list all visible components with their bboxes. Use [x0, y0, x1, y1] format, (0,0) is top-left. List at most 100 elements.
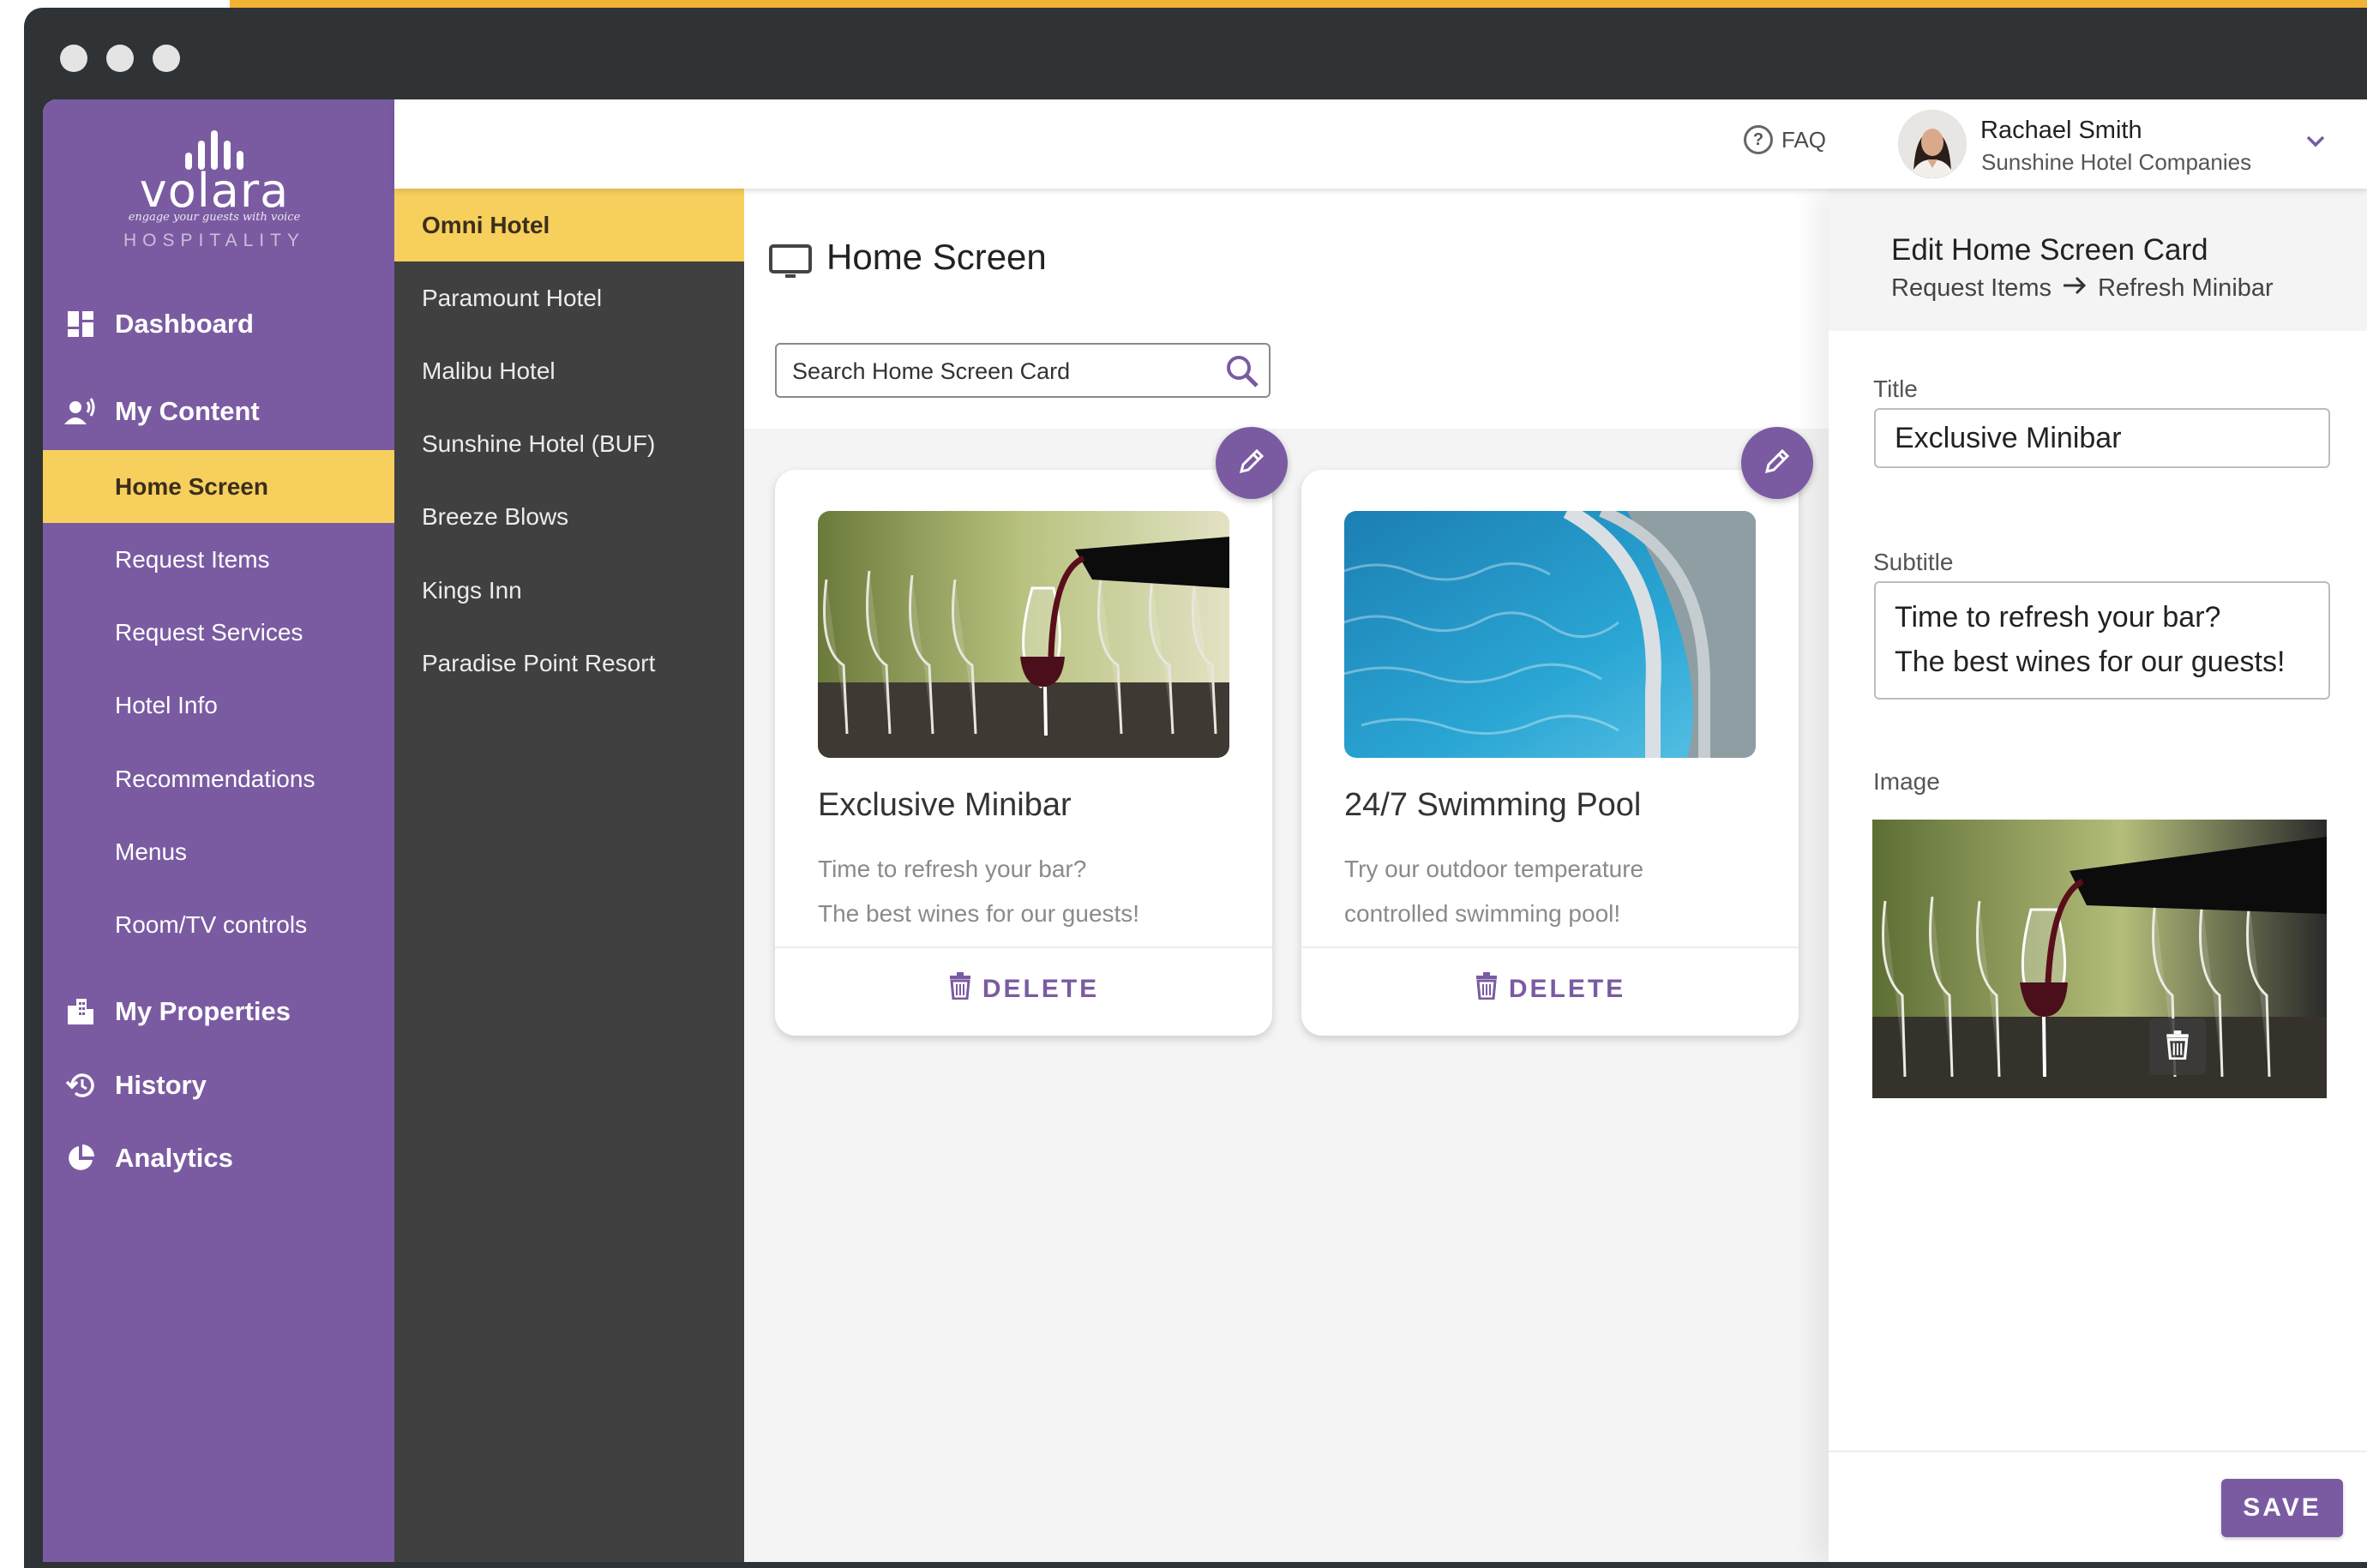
- search-icon[interactable]: [1224, 353, 1260, 394]
- trash-icon: [2165, 1030, 2190, 1064]
- card-subtitle: Time to refresh your bar? The best wines…: [818, 847, 1238, 936]
- card-title: Exclusive Minibar: [818, 787, 1072, 823]
- volara-logo[interactable]: volara engage your guests with voice HOS…: [86, 130, 343, 267]
- hotel-item[interactable]: Omni Hotel: [394, 189, 744, 261]
- nav-sub-request-services[interactable]: Request Services: [43, 596, 394, 669]
- search-input[interactable]: [790, 351, 1205, 391]
- faq-label: FAQ: [1781, 126, 1827, 153]
- edit-panel-footer-divider: [1829, 1451, 2367, 1452]
- card-subtitle-line: Try our outdoor temperature: [1344, 856, 1644, 882]
- chevron-down-icon[interactable]: [2303, 129, 2328, 154]
- title-input[interactable]: Exclusive Minibar: [1874, 408, 2330, 468]
- user-name: Rachael Smith: [1980, 117, 2142, 144]
- save-button[interactable]: SAVE: [2221, 1479, 2343, 1537]
- search-box: [775, 343, 1271, 398]
- hotel-item-label: Malibu Hotel: [422, 357, 556, 384]
- logo-tagline: engage your guests with voice: [128, 211, 301, 224]
- content-header: Home Screen: [744, 189, 1829, 319]
- trash-icon: [1475, 972, 1499, 1006]
- pencil-icon: [1235, 444, 1269, 483]
- logo-wordmark: volara: [139, 164, 290, 218]
- card-subtitle: Try our outdoor temperature controlled s…: [1344, 847, 1764, 936]
- delete-label: DELETE: [982, 975, 1100, 1003]
- app-root: volara engage your guests with voice HOS…: [43, 99, 2367, 1562]
- nav-sub-recommendations[interactable]: Recommendations: [43, 742, 394, 815]
- hotel-list: Omni Hotel Paramount Hotel Malibu Hotel …: [394, 189, 744, 1562]
- nav-sub-hotel-info[interactable]: Hotel Info: [43, 669, 394, 742]
- nav-history-label: History: [115, 1070, 207, 1100]
- delete-card-button[interactable]: DELETE: [1301, 957, 1799, 1022]
- card-subtitle-line: Time to refresh your bar?: [818, 856, 1087, 882]
- subtitle-line: The best wines for our guests!: [1895, 646, 2286, 678]
- search-bar-area: [744, 317, 1829, 429]
- nav-sub-menus[interactable]: Menus: [43, 815, 394, 888]
- nav-analytics-label: Analytics: [115, 1143, 233, 1173]
- window-maximize-dot[interactable]: [153, 45, 180, 72]
- nav-sub-room-tv-controls[interactable]: Room/TV controls: [43, 888, 394, 961]
- top-header: ? FAQ Rachael Smith Sunshine Hotel Compa…: [394, 99, 2367, 189]
- history-icon: [63, 1068, 98, 1102]
- image-field-label: Image: [1873, 768, 1940, 795]
- wine-pour-image: [818, 511, 1229, 758]
- dashboard-icon: [63, 307, 98, 341]
- breadcrumb: Request Items Refresh Minibar: [1891, 274, 2274, 303]
- delete-card-button[interactable]: DELETE: [775, 957, 1272, 1022]
- nav-sub-label: Request Items: [115, 545, 270, 573]
- nav-sub-label: Request Services: [115, 618, 303, 646]
- hotel-item[interactable]: Malibu Hotel: [394, 334, 744, 407]
- card-subtitle-line: The best wines for our guests!: [818, 900, 1140, 927]
- nav-my-content[interactable]: My Content: [43, 377, 394, 446]
- subtitle-field-label: Subtitle: [1873, 549, 1954, 575]
- edit-card-panel: Edit Home Screen Card Request Items Refr…: [1829, 189, 2367, 1562]
- edit-panel-header: Edit Home Screen Card Request Items Refr…: [1829, 189, 2367, 331]
- nav-sub-label: Menus: [115, 838, 188, 865]
- home-screen-card[interactable]: 24/7 Swimming Pool Try our outdoor tempe…: [1301, 470, 1799, 1036]
- nav-sub-label: Hotel Info: [115, 691, 218, 718]
- nav-my-properties-label: My Properties: [115, 996, 291, 1026]
- card-title: 24/7 Swimming Pool: [1344, 787, 1642, 823]
- window-minimize-dot[interactable]: [106, 45, 134, 72]
- breadcrumb-from[interactable]: Request Items: [1891, 274, 2052, 303]
- hotel-item[interactable]: Sunshine Hotel (BUF): [394, 407, 744, 480]
- nav-sub-request-items[interactable]: Request Items: [43, 523, 394, 596]
- user-avatar[interactable]: [1898, 110, 1967, 178]
- edit-card-button[interactable]: [1216, 427, 1288, 499]
- subtitle-line: Time to refresh your bar?: [1895, 601, 2221, 634]
- hotel-item-label: Kings Inn: [422, 576, 522, 604]
- nav-history[interactable]: History: [43, 1051, 394, 1120]
- user-organization: Sunshine Hotel Companies: [1981, 149, 2252, 175]
- hotel-item[interactable]: Paramount Hotel: [394, 261, 744, 334]
- hotel-item[interactable]: Paradise Point Resort: [394, 627, 744, 700]
- hotel-item-label: Breeze Blows: [422, 502, 569, 530]
- building-icon: [63, 994, 98, 1029]
- hotel-item[interactable]: Breeze Blows: [394, 480, 744, 553]
- nav-my-properties[interactable]: My Properties: [43, 977, 394, 1046]
- arrow-right-icon: [2062, 274, 2088, 303]
- edit-panel-title: Edit Home Screen Card: [1891, 233, 2208, 267]
- faq-link[interactable]: ? FAQ: [1744, 125, 1826, 154]
- monitor-icon: [768, 243, 813, 285]
- nav-analytics[interactable]: Analytics: [43, 1124, 394, 1193]
- hotel-item[interactable]: Kings Inn: [394, 554, 744, 627]
- edit-card-button[interactable]: [1741, 427, 1813, 499]
- page-title: Home Screen: [826, 237, 1047, 277]
- help-circle-icon: ?: [1744, 125, 1773, 154]
- nav-sub-label: Recommendations: [115, 765, 315, 792]
- hotel-item-label: Sunshine Hotel (BUF): [422, 430, 656, 457]
- nav-sub-home-screen[interactable]: Home Screen: [43, 450, 394, 523]
- voice-user-icon: [63, 394, 98, 429]
- content-panel: Home Screen Search Home Screen Card Excl…: [744, 189, 1829, 1562]
- window-accent-strip: [230, 0, 2367, 8]
- main-sidebar: volara engage your guests with voice HOS…: [43, 99, 394, 1562]
- hotel-item-label: Paradise Point Resort: [422, 649, 656, 676]
- nav-dashboard[interactable]: Dashboard: [43, 290, 394, 358]
- home-screen-card[interactable]: Exclusive Minibar Time to refresh your b…: [775, 470, 1272, 1036]
- hotel-item-label: Omni Hotel: [422, 211, 550, 238]
- window-close-dot[interactable]: [60, 45, 87, 72]
- delete-label: DELETE: [1508, 975, 1626, 1003]
- nav-dashboard-label: Dashboard: [115, 309, 254, 339]
- card-divider: [775, 946, 1272, 948]
- remove-image-button[interactable]: [2149, 1018, 2206, 1075]
- pie-chart-icon: [63, 1141, 98, 1175]
- subtitle-textarea[interactable]: Time to refresh your bar? The best wines…: [1874, 581, 2330, 700]
